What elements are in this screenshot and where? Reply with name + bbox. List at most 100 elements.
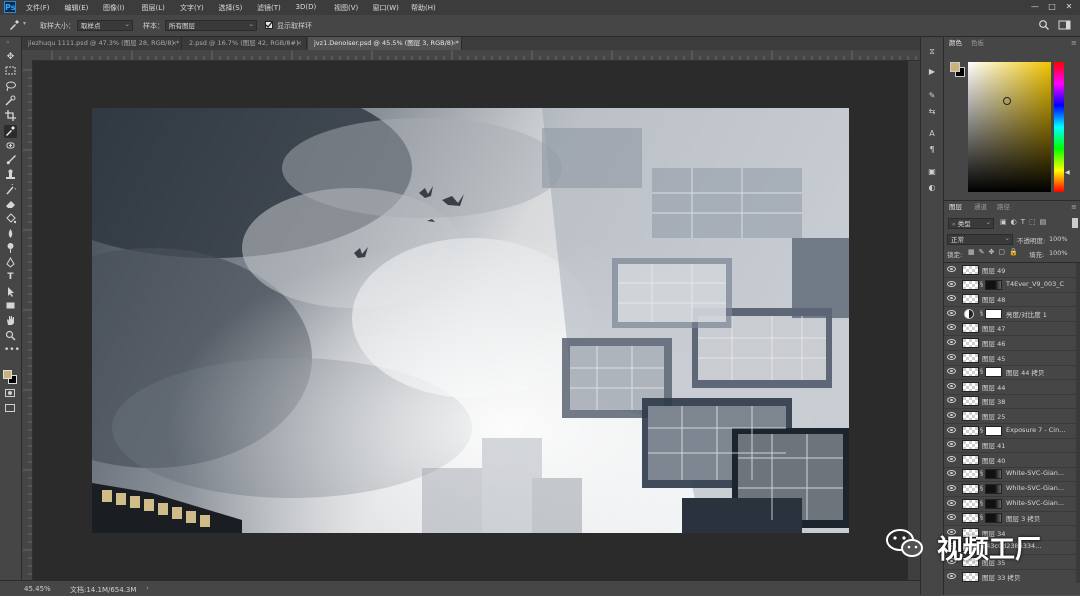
- hand-tool-icon[interactable]: [4, 315, 17, 328]
- layer-row[interactable]: 图层 38: [944, 394, 1080, 410]
- type-tool-icon[interactable]: T: [4, 271, 17, 284]
- layer-row[interactable]: 图层 49: [944, 263, 1080, 278]
- color-foreground-swatch[interactable]: [950, 62, 960, 72]
- layer-mask-thumbnail[interactable]: [985, 279, 1002, 290]
- layer-name[interactable]: T4Ever_V9_003_C: [1006, 280, 1080, 288]
- tab-document-2[interactable]: 2.psd @ 16.7% (图层 42, RGB/8#) ×: [183, 37, 307, 50]
- layer-row[interactable]: 图层 45: [944, 351, 1080, 366]
- hue-slider[interactable]: [1054, 62, 1064, 192]
- layer-name[interactable]: Exposure 7 - Cin...: [1006, 426, 1080, 434]
- link-icon[interactable]: §: [980, 281, 983, 288]
- layer-row[interactable]: § 亮度/对比度 1: [944, 307, 1080, 322]
- layer-filter-select[interactable]: ⌕ 类型: [948, 217, 994, 229]
- visibility-eye-icon[interactable]: [947, 309, 956, 316]
- close-icon[interactable]: ×: [172, 37, 177, 50]
- lock-icons[interactable]: ▦✎✥▢🔒: [968, 248, 1022, 256]
- screen-mode-icon[interactable]: [5, 404, 15, 412]
- menu-item[interactable]: 窗口(W): [373, 3, 399, 13]
- visibility-eye-icon[interactable]: [947, 441, 956, 448]
- menu-item[interactable]: 视图(V): [334, 3, 358, 13]
- layer-row[interactable]: 图层 25: [944, 409, 1080, 424]
- blend-mode-select[interactable]: 正常: [947, 233, 1013, 245]
- visibility-eye-icon[interactable]: [947, 339, 956, 345]
- close-icon[interactable]: ×: [297, 37, 302, 50]
- layer-row[interactable]: § 图层 44 拷贝: [944, 365, 1080, 381]
- layer-row[interactable]: § 图层 3 拷贝: [944, 511, 1080, 527]
- sample-size-select[interactable]: 取样点: [77, 19, 133, 31]
- menu-item[interactable]: 3D(D): [296, 3, 317, 11]
- visibility-eye-icon[interactable]: [947, 368, 956, 375]
- paragraph-icon[interactable]: ¶: [925, 143, 939, 157]
- link-icon[interactable]: §: [980, 368, 983, 375]
- layer-name[interactable]: 图层 46: [982, 338, 1062, 348]
- visibility-eye-icon[interactable]: [947, 397, 956, 404]
- visibility-eye-icon[interactable]: [947, 266, 956, 272]
- layer-mask-thumbnail[interactable]: [985, 367, 1002, 378]
- hue-slider-handle[interactable]: ◀: [1065, 169, 1070, 176]
- layer-name[interactable]: 图层 40: [982, 455, 1062, 465]
- history-brush-tool-icon[interactable]: [4, 182, 19, 197]
- tab-color[interactable]: 颜色: [949, 37, 962, 50]
- menu-item[interactable]: 编辑(E): [65, 3, 89, 13]
- marquee-tool-icon[interactable]: [4, 66, 17, 79]
- link-icon[interactable]: §: [980, 470, 983, 477]
- visibility-eye-icon[interactable]: [947, 485, 956, 491]
- link-icon[interactable]: §: [980, 500, 983, 507]
- tab-document-3[interactable]: jvz1.Denoiser.psd @ 45.5% (图层 3, RGB/8) …: [308, 37, 462, 50]
- link-icon[interactable]: §: [980, 514, 983, 521]
- zoom-level[interactable]: 45.45%: [24, 585, 51, 593]
- paint-bucket-tool-icon[interactable]: [4, 213, 17, 226]
- menu-item[interactable]: 选择(S): [219, 3, 243, 13]
- menu-item[interactable]: 文件(F): [26, 3, 50, 13]
- tab-channels[interactable]: 通道: [974, 201, 987, 214]
- visibility-eye-icon[interactable]: [947, 572, 956, 579]
- eraser-tool-icon[interactable]: [4, 198, 17, 211]
- visibility-eye-icon[interactable]: [947, 514, 956, 521]
- layer-mask-thumbnail[interactable]: [985, 484, 1002, 494]
- pen-tool-icon[interactable]: [4, 257, 17, 270]
- brush-settings-icon[interactable]: ✎: [925, 89, 939, 103]
- brush-tool-icon[interactable]: [4, 154, 17, 167]
- layer-name[interactable]: 图层 25: [982, 411, 1062, 421]
- properties-icon[interactable]: ▣: [925, 165, 939, 179]
- status-menu-icon[interactable]: ›: [146, 584, 149, 592]
- layer-mask-thumbnail[interactable]: [985, 513, 1002, 524]
- visibility-eye-icon[interactable]: [947, 499, 956, 506]
- tab-layers[interactable]: 图层: [949, 201, 962, 214]
- history-icon[interactable]: ⧖: [925, 45, 939, 59]
- healing-brush-tool-icon[interactable]: [4, 140, 17, 153]
- path-selection-tool-icon[interactable]: [4, 286, 17, 299]
- layer-name[interactable]: 图层 49: [982, 265, 1062, 275]
- layer-row[interactable]: § Exposure 7 - Cin...: [944, 424, 1080, 439]
- blur-tool-icon[interactable]: [4, 228, 17, 241]
- layer-row[interactable]: § White-SVC-Gian...: [944, 482, 1080, 497]
- tab-swatches[interactable]: 色板: [971, 37, 984, 50]
- adjustments-icon[interactable]: ◐: [925, 181, 939, 195]
- fill-value[interactable]: 100%: [1049, 249, 1068, 257]
- filter-toggle[interactable]: [1072, 218, 1078, 228]
- eyedropper-tool-icon[interactable]: [4, 125, 17, 138]
- layer-list-scrollbar[interactable]: [1076, 263, 1080, 583]
- clone-stamp-tool-icon[interactable]: [4, 169, 17, 182]
- layer-row[interactable]: 图层 46: [944, 336, 1080, 351]
- layer-name[interactable]: White-SVC-Gian...: [1006, 499, 1080, 507]
- layer-row[interactable]: 图层 40: [944, 453, 1080, 468]
- layer-row[interactable]: 图层 41: [944, 438, 1080, 454]
- visibility-eye-icon[interactable]: [947, 324, 956, 331]
- menu-item[interactable]: 文字(Y): [180, 3, 204, 13]
- dodge-tool-icon[interactable]: [4, 242, 17, 255]
- rectangle-tool-icon[interactable]: [4, 300, 17, 313]
- layer-name[interactable]: White-SVC-Gian...: [1006, 469, 1080, 477]
- minimize-button[interactable]: —: [1030, 2, 1040, 12]
- layer-name[interactable]: 亮度/对比度 1: [1006, 309, 1080, 319]
- layer-filter-icons[interactable]: ▣◐T⬚▤: [1000, 218, 1050, 226]
- link-icon[interactable]: §: [980, 485, 983, 492]
- close-icon[interactable]: ×: [452, 37, 457, 50]
- link-icon[interactable]: §: [980, 310, 983, 317]
- layer-row[interactable]: § White-SVC-Gian...: [944, 467, 1080, 483]
- layer-row[interactable]: 图层 44: [944, 380, 1080, 395]
- layer-name[interactable]: White-SVC-Gian...: [1006, 484, 1080, 492]
- workspace-icon[interactable]: [1058, 19, 1072, 31]
- vertical-ruler[interactable]: [22, 60, 33, 580]
- color-picker-cursor[interactable]: [1003, 97, 1011, 105]
